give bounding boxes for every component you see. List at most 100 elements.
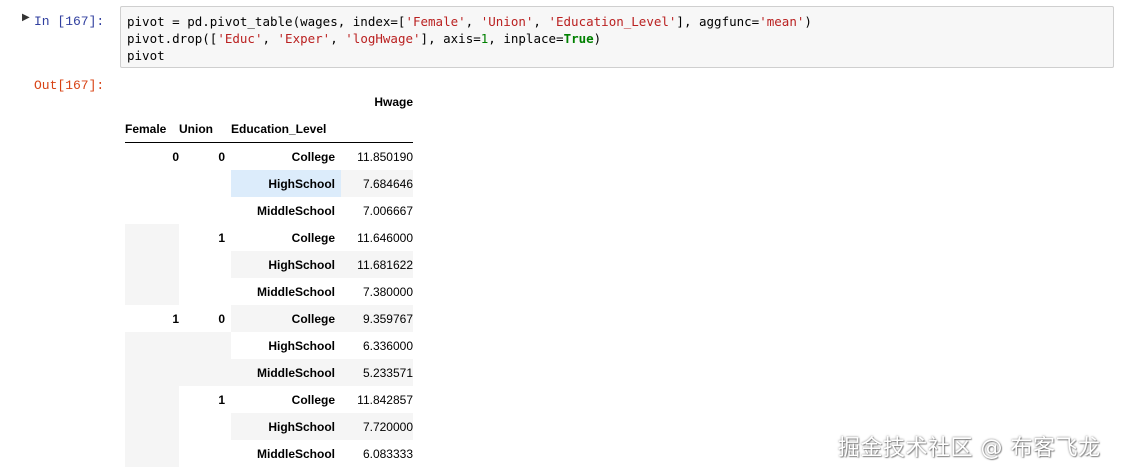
table-row: MiddleSchool 5.233571 (125, 359, 413, 386)
cell-hwage: 9.359767 (341, 305, 413, 332)
cell-hwage: 7.006667 (362, 203, 413, 218)
index-education-level: MiddleSchool (257, 446, 335, 461)
index-union (179, 332, 231, 359)
table-body: 0 0 College 11.850190 HighSchool 7.68464… (125, 143, 413, 467)
column-header-hwage: Hwage (374, 94, 413, 109)
code-keyword: True (563, 31, 594, 46)
index-education-level: College (291, 149, 335, 164)
index-education-level: MiddleSchool (257, 203, 335, 218)
index-education-level: HighSchool (231, 413, 341, 440)
output-prompt: Out[167]: (34, 78, 105, 93)
index-female (125, 197, 179, 224)
index-union (179, 251, 231, 278)
index-female (125, 359, 179, 386)
table-row: MiddleSchool 7.006667 (125, 197, 413, 224)
code-token: ) (804, 14, 812, 29)
cell-collapse-marker-icon[interactable]: ▶ (22, 13, 30, 23)
cell-hwage: 5.233571 (341, 359, 413, 386)
index-female (125, 278, 179, 305)
index-education-level: HighSchool (231, 251, 341, 278)
index-union: 0 (218, 311, 225, 326)
index-education-level: College (291, 392, 335, 407)
cell-hwage: 11.681622 (341, 251, 413, 278)
code-token: , inplace= (488, 31, 564, 46)
index-union (179, 413, 231, 440)
index-female (125, 413, 179, 440)
index-female (125, 224, 179, 251)
index-union: 1 (218, 392, 225, 407)
index-education-level: MiddleSchool (231, 359, 341, 386)
index-union (179, 359, 231, 386)
index-education-level: HighSchool (268, 338, 335, 353)
pivot-table: Hwage Female Union Education_Level 0 0 C… (125, 88, 413, 467)
code-line-3: pivot (127, 48, 165, 63)
table-row: HighSchool 11.681622 (125, 251, 413, 278)
cell-hwage: 6.083333 (362, 446, 413, 461)
index-union (179, 197, 231, 224)
index-name-female: Female (125, 115, 179, 143)
code-string: 'logHwage' (345, 31, 421, 46)
table-row: 1 College 11.646000 (125, 224, 413, 251)
index-name-education-level: Education_Level (231, 115, 341, 143)
header-blank (125, 88, 179, 115)
code-line-1: pivot = pd.pivot_table(wages, index=['Fe… (127, 13, 1113, 30)
dataframe-output: Hwage Female Union Education_Level 0 0 C… (125, 88, 413, 467)
table-row: HighSchool 7.684646 (125, 170, 413, 197)
code-cell-editor[interactable]: pivot = pd.pivot_table(wages, index=['Fe… (120, 6, 1114, 68)
code-token: ], axis= (420, 31, 481, 46)
code-token: pivot = pd.pivot_table(wages, index=[ (127, 14, 406, 29)
index-female: 0 (172, 149, 179, 164)
index-female (125, 332, 179, 359)
cell-hwage: 11.842857 (357, 392, 413, 407)
code-string: 'Educ' (217, 31, 263, 46)
cell-hwage: 11.646000 (341, 224, 413, 251)
index-female (125, 440, 179, 467)
code-token: , (533, 14, 549, 29)
code-string: 'mean' (759, 14, 805, 29)
header-blank (231, 88, 341, 115)
code-string: 'Education_Level' (548, 14, 677, 29)
index-education-level: College (231, 305, 341, 332)
cell-hwage: 7.380000 (362, 284, 413, 299)
index-education-level: MiddleSchool (257, 284, 335, 299)
index-union: 1 (179, 224, 231, 251)
code-token: pivot.drop([ (127, 31, 218, 46)
index-female (125, 386, 179, 413)
code-token: , (262, 31, 278, 46)
index-education-level: HighSchool (231, 170, 341, 197)
cell-hwage: 7.684646 (341, 170, 413, 197)
index-female: 1 (172, 311, 179, 326)
code-string: 'Exper' (277, 31, 331, 46)
watermark-text: 掘金技术社区 @ 布客飞龙 (838, 436, 1101, 461)
index-education-level: College (231, 224, 341, 251)
code-token: ], aggfunc= (676, 14, 760, 29)
table-row: 1 College 11.842857 (125, 386, 413, 413)
cell-hwage: 11.850190 (357, 149, 413, 164)
code-string: 'Union' (480, 14, 534, 29)
table-row: HighSchool 6.336000 (125, 332, 413, 359)
index-union: 0 (218, 149, 225, 164)
value-header-row: Hwage (125, 88, 413, 115)
table-row: 1 0 College 9.359767 (125, 305, 413, 332)
table-row: MiddleSchool 7.380000 (125, 278, 413, 305)
header-blank (341, 115, 413, 143)
index-union (179, 440, 231, 467)
index-union (179, 278, 231, 305)
code-token: ) (593, 31, 602, 46)
table-row: 0 0 College 11.850190 (125, 143, 413, 171)
header-blank (179, 88, 231, 115)
index-union (179, 170, 231, 197)
index-name-union: Union (179, 115, 231, 143)
index-names-row: Female Union Education_Level (125, 115, 413, 143)
index-female (125, 170, 179, 197)
input-prompt: In [167]: (34, 14, 105, 29)
cell-hwage: 6.336000 (362, 338, 413, 353)
table-row: HighSchool 7.720000 (125, 413, 413, 440)
code-string: 'Female' (405, 14, 466, 29)
index-female (125, 251, 179, 278)
code-token: , (465, 14, 481, 29)
cell-hwage: 7.720000 (341, 413, 413, 440)
code-line-2: pivot.drop(['Educ', 'Exper', 'logHwage']… (127, 30, 1113, 47)
table-row: MiddleSchool 6.083333 (125, 440, 413, 467)
code-token: , (330, 31, 346, 46)
